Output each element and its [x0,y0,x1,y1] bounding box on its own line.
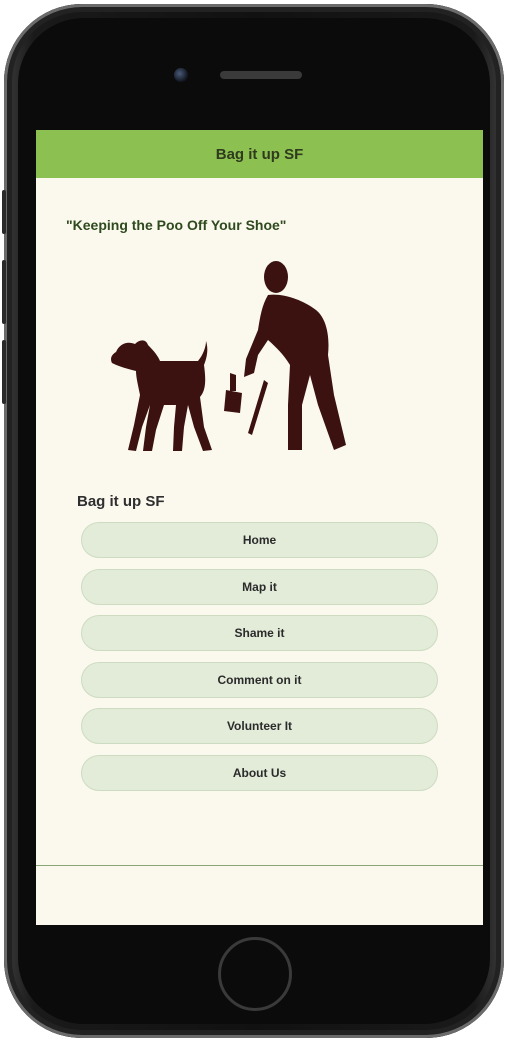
bag-shape [224,390,242,413]
volume-up-button [2,260,6,324]
mute-switch [2,190,6,234]
dog-walker-illustration [111,261,346,451]
nav-menu: Home Map it Shame it Comment on it Volun… [81,522,438,801]
about-us-button[interactable]: About Us [81,754,438,791]
volunteer-it-button[interactable]: Volunteer It [81,708,438,744]
dog-silhouette [111,340,212,451]
front-camera [174,68,188,82]
footer-divider [36,865,483,866]
tagline: "Keeping the Poo Off Your Shoe" [66,217,287,233]
earpiece-speaker [220,71,302,79]
scooper-tool [248,380,268,435]
nav-heading: Bag it up SF [77,493,165,510]
volume-down-button [2,340,6,404]
person-head [264,261,288,293]
app-header: Bag it up SF [36,130,483,178]
app-screen: Bag it up SF "Keeping the Poo Off Your S… [36,130,483,925]
shame-it-button[interactable]: Shame it [81,615,438,651]
map-it-button[interactable]: Map it [81,568,438,605]
home-button[interactable] [218,937,292,1011]
app-title: Bag it up SF [215,145,304,163]
home-button-nav[interactable]: Home [81,522,438,558]
comment-on-it-button[interactable]: Comment on it [81,661,438,698]
person-silhouette [244,294,346,450]
